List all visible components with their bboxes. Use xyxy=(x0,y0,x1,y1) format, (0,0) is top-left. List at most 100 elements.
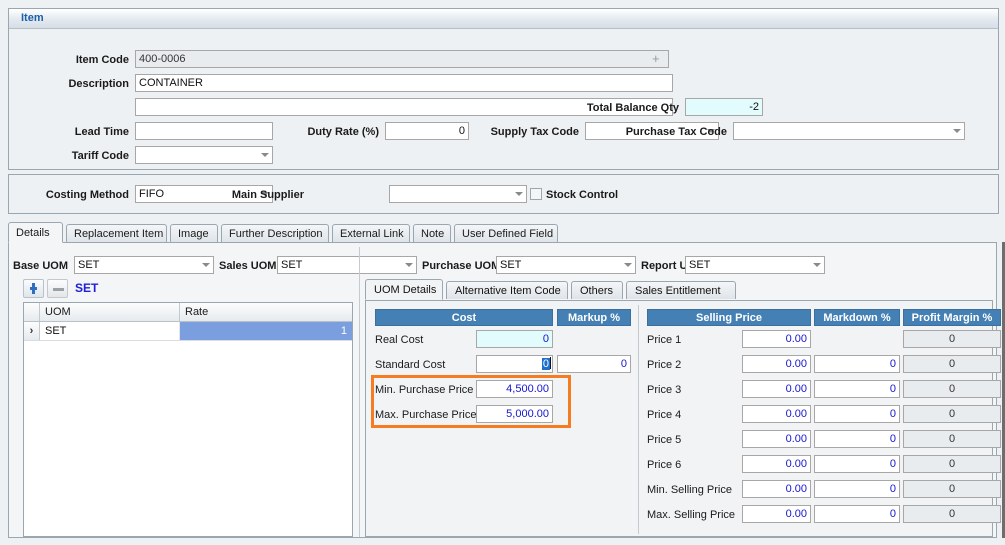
uom-grid-col-uom[interactable]: UOM xyxy=(40,303,180,321)
main-supplier-combo[interactable] xyxy=(389,185,527,203)
max-purchase-price-field[interactable]: 5,000.00 xyxy=(476,405,553,423)
min-selling-price-markdown-field[interactable]: 0 xyxy=(814,480,900,498)
add-uom-button[interactable] xyxy=(23,279,44,298)
min-selling-price-label: Min. Selling Price xyxy=(647,482,732,498)
lead-time-field[interactable] xyxy=(135,122,273,140)
minus-icon xyxy=(53,288,64,291)
text-caret xyxy=(550,357,551,369)
price-4-margin-field: 0 xyxy=(903,405,1001,423)
min-purchase-price-field[interactable]: 4,500.00 xyxy=(476,380,553,398)
price-5-markdown-field[interactable]: 0 xyxy=(814,430,900,448)
cost-header: Cost xyxy=(375,309,553,326)
base-uom-label: Base UOM xyxy=(13,259,83,273)
inner-tab-uom-details[interactable]: UOM Details xyxy=(365,279,443,300)
tab-image[interactable]: Image xyxy=(170,224,218,242)
tab-further-description[interactable]: Further Description xyxy=(221,224,329,242)
description-label: Description xyxy=(9,77,129,91)
purchase-tax-code-combo[interactable] xyxy=(733,122,965,140)
cell-rate[interactable]: 1 xyxy=(180,322,352,340)
duty-rate-field[interactable]: 0 xyxy=(385,122,469,140)
total-balance-qty-label: Total Balance Qty xyxy=(569,101,679,115)
item-code-field[interactable]: 400-0006 xyxy=(135,50,669,68)
chevron-down-icon xyxy=(202,263,210,267)
uom-grid[interactable]: UOM Rate › SET 1 xyxy=(23,302,353,537)
lead-time-label: Lead Time xyxy=(9,125,129,139)
price-2-markdown-field[interactable]: 0 xyxy=(814,355,900,373)
stock-control-label: Stock Control xyxy=(546,188,666,202)
max-selling-price-field[interactable]: 0.00 xyxy=(742,505,811,523)
table-row[interactable]: › SET 1 xyxy=(24,322,352,341)
price-1-margin-field: 0 xyxy=(903,330,1001,348)
chevron-down-icon xyxy=(515,192,523,196)
price-2-field[interactable]: 0.00 xyxy=(742,355,811,373)
uom-grid-col-rate[interactable]: Rate xyxy=(180,303,352,321)
tab-external-link[interactable]: External Link xyxy=(332,224,410,242)
supply-tax-code-label: Supply Tax Code xyxy=(459,125,579,139)
sales-uom-combo[interactable]: SET xyxy=(277,256,417,274)
price-3-markdown-field[interactable]: 0 xyxy=(814,380,900,398)
base-uom-combo[interactable]: SET xyxy=(74,256,214,274)
price-1-field[interactable]: 0.00 xyxy=(742,330,811,348)
report-uom-value: SET xyxy=(689,259,710,271)
uom-details-pane: Cost Markup % Real Cost 0 Standard Cost … xyxy=(365,300,993,537)
chevron-down-icon xyxy=(624,263,632,267)
price-4-markdown-field[interactable]: 0 xyxy=(814,405,900,423)
purchase-uom-combo[interactable]: SET xyxy=(496,256,636,274)
uom-grid-title: SET xyxy=(75,281,98,295)
price-3-label: Price 3 xyxy=(647,382,681,398)
markup-header: Markup % xyxy=(557,309,631,326)
tab-note[interactable]: Note xyxy=(413,224,451,242)
inner-tabstrip: UOM Details Alternative Item Code Others… xyxy=(365,279,993,300)
price-5-field[interactable]: 0.00 xyxy=(742,430,811,448)
remove-uom-button[interactable] xyxy=(47,279,68,298)
cell-uom[interactable]: SET xyxy=(40,322,180,340)
report-uom-combo[interactable]: SET xyxy=(685,256,825,274)
min-selling-price-field[interactable]: 0.00 xyxy=(742,480,811,498)
min-selling-price-margin-field: 0 xyxy=(903,480,1001,498)
price-3-field[interactable]: 0.00 xyxy=(742,380,811,398)
tariff-code-combo[interactable] xyxy=(135,146,273,164)
sales-uom-value: SET xyxy=(281,259,302,271)
price-6-markdown-field[interactable]: 0 xyxy=(814,455,900,473)
uom-grid-header: UOM Rate xyxy=(24,303,352,322)
price-6-label: Price 6 xyxy=(647,457,681,473)
tariff-code-label: Tariff Code xyxy=(9,149,129,163)
price-5-label: Price 5 xyxy=(647,432,681,448)
min-purchase-price-label: Min. Purchase Price xyxy=(375,382,473,398)
inner-tab-alternative-item-code[interactable]: Alternative Item Code xyxy=(446,281,568,299)
costing-method-label: Costing Method xyxy=(9,188,129,202)
duty-rate-label: Duty Rate (%) xyxy=(264,125,379,139)
inner-tab-others[interactable]: Others xyxy=(571,281,623,299)
total-balance-qty-field: -2 xyxy=(685,98,763,116)
price-2-label: Price 2 xyxy=(647,357,681,373)
item-code-lookup-icon[interactable]: + xyxy=(652,51,660,67)
inner-tab-sales-entitlement[interactable]: Sales Entitlement xyxy=(626,281,736,299)
costing-group-panel: Costing Method FIFO Main Supplier Stock … xyxy=(8,174,999,214)
standard-cost-label: Standard Cost xyxy=(375,357,445,373)
real-cost-field: 0 xyxy=(476,330,553,348)
price-3-margin-field: 0 xyxy=(903,380,1001,398)
base-uom-value: SET xyxy=(78,259,99,271)
max-selling-price-markdown-field[interactable]: 0 xyxy=(814,505,900,523)
price-2-margin-field: 0 xyxy=(903,355,1001,373)
costing-method-value: FIFO xyxy=(139,188,164,200)
standard-cost-field[interactable]: 0 xyxy=(476,355,553,373)
purchase-uom-label: Purchase UOM xyxy=(422,259,506,273)
chevron-down-icon xyxy=(261,153,269,157)
main-supplier-label: Main Supplier xyxy=(184,188,304,202)
chevron-down-icon xyxy=(953,129,961,133)
price-6-field[interactable]: 0.00 xyxy=(742,455,811,473)
standard-cost-markup-field[interactable]: 0 xyxy=(557,355,631,373)
profit-margin-header: Profit Margin % xyxy=(903,309,1001,326)
tab-details[interactable]: Details xyxy=(8,222,63,243)
description-field[interactable]: CONTAINER xyxy=(135,74,673,92)
standard-cost-value: 0 xyxy=(542,358,550,370)
max-selling-price-margin-field: 0 xyxy=(903,505,1001,523)
tab-user-defined-field[interactable]: User Defined Field xyxy=(454,224,558,242)
item-group-panel: Item Item Code 400-0006 + Description CO… xyxy=(8,8,999,170)
item-code-label: Item Code xyxy=(9,53,129,67)
tab-replacement-item[interactable]: Replacement Item xyxy=(66,224,167,242)
price-4-field[interactable]: 0.00 xyxy=(742,405,811,423)
panel-splitter[interactable] xyxy=(359,247,360,537)
stock-control-checkbox[interactable] xyxy=(530,188,542,200)
